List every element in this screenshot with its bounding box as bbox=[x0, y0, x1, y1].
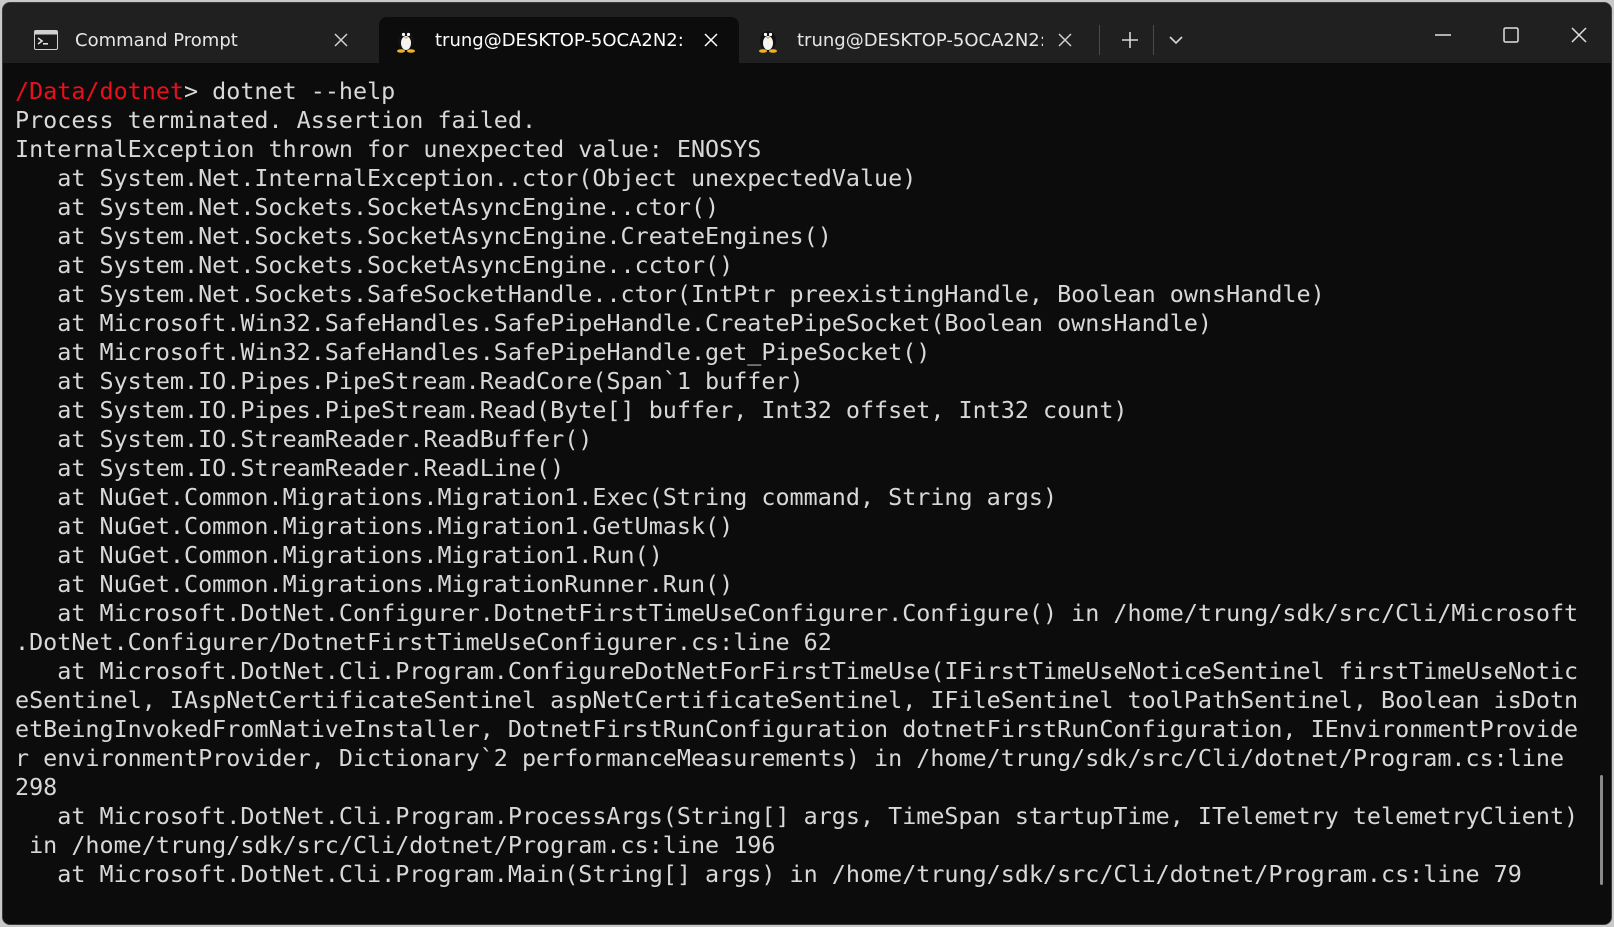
chevron-down-icon bbox=[1169, 36, 1183, 45]
close-icon bbox=[1571, 27, 1587, 43]
output-line: at Microsoft.DotNet.Cli.Program.Configur… bbox=[15, 657, 1579, 685]
maximize-icon bbox=[1503, 27, 1519, 43]
prompt-path: /Data/dotnet bbox=[15, 77, 184, 105]
prompt-symbol: > bbox=[184, 77, 199, 105]
output-line: at System.IO.Pipes.PipeStream.Read(Byte[… bbox=[15, 396, 1128, 424]
output-line: in /home/trung/sdk/src/Cli/dotnet/Progra… bbox=[15, 831, 776, 859]
output-line: at System.Net.InternalException..ctor(Ob… bbox=[15, 164, 917, 192]
linux-penguin-icon bbox=[393, 27, 419, 53]
output-line: at System.Net.Sockets.SocketAsyncEngine.… bbox=[15, 222, 832, 250]
output-line: InternalException thrown for unexpected … bbox=[15, 135, 762, 163]
title-bar: Command Prompt trung@DESKTOP-5OCA2N2: ~ bbox=[3, 3, 1611, 63]
output-line: at Microsoft.DotNet.Cli.Program.ProcessA… bbox=[15, 802, 1579, 830]
tab-command-prompt[interactable]: Command Prompt bbox=[9, 17, 369, 63]
close-icon[interactable] bbox=[697, 26, 725, 54]
tab-ubuntu[interactable]: trung@DESKTOP-5OCA2N2: ~ bbox=[741, 17, 1093, 63]
minimize-button[interactable] bbox=[1411, 15, 1475, 55]
plus-icon bbox=[1122, 32, 1138, 48]
output-line: at NuGet.Common.Migrations.Migration1.Ex… bbox=[15, 483, 1058, 511]
maximize-button[interactable] bbox=[1479, 15, 1543, 55]
output-line: at Microsoft.Win32.SafeHandles.SafePipeH… bbox=[15, 309, 1212, 337]
linux-penguin-icon bbox=[755, 27, 781, 53]
terminal-output[interactable]: /Data/dotnet> dotnet --help Process term… bbox=[3, 63, 1611, 924]
command-prompt-icon bbox=[33, 27, 59, 53]
minimize-icon bbox=[1435, 34, 1451, 36]
close-window-button[interactable] bbox=[1547, 15, 1611, 55]
output-line: at NuGet.Common.Migrations.Migration1.Ge… bbox=[15, 512, 734, 540]
output-line: eSentinel, IAspNetCertificateSentinel as… bbox=[15, 686, 1579, 714]
tab-title: Command Prompt bbox=[75, 29, 238, 51]
scrollbar-thumb[interactable] bbox=[1600, 775, 1603, 885]
output-block: Process terminated. Assertion failed. Int… bbox=[15, 106, 1611, 889]
tab-separator bbox=[1153, 25, 1154, 55]
output-line: at System.Net.Sockets.SafeSocketHandle..… bbox=[15, 280, 1325, 308]
close-icon[interactable] bbox=[327, 26, 355, 54]
output-line: at Microsoft.DotNet.Configurer.DotnetFir… bbox=[15, 599, 1579, 627]
output-line: r environmentProvider, Dictionary`2 perf… bbox=[15, 744, 1565, 772]
terminal-window: Command Prompt trung@DESKTOP-5OCA2N2: ~ bbox=[2, 2, 1612, 925]
output-line: at System.Net.Sockets.SocketAsyncEngine.… bbox=[15, 251, 734, 279]
close-icon[interactable] bbox=[1051, 26, 1079, 54]
command-text: dotnet --help bbox=[198, 77, 396, 105]
prompt-line: /Data/dotnet> dotnet --help bbox=[15, 77, 1611, 106]
output-line: etBeingInvokedFromNativeInstaller, Dotne… bbox=[15, 715, 1579, 743]
output-line: .DotNet.Configurer/DotnetFirstTimeUseCon… bbox=[15, 628, 832, 656]
tab-title: trung@DESKTOP-5OCA2N2: ~ bbox=[435, 29, 689, 51]
output-line: at System.IO.Pipes.PipeStream.ReadCore(S… bbox=[15, 367, 804, 395]
tab-title: trung@DESKTOP-5OCA2N2: ~ bbox=[797, 29, 1043, 51]
output-line: at NuGet.Common.Migrations.MigrationRunn… bbox=[15, 570, 734, 598]
output-line: at System.IO.StreamReader.ReadLine() bbox=[15, 454, 565, 482]
output-line: at NuGet.Common.Migrations.Migration1.Ru… bbox=[15, 541, 663, 569]
output-line: 298 bbox=[15, 773, 58, 801]
output-line: Process terminated. Assertion failed. bbox=[15, 106, 537, 134]
tab-dropdown-button[interactable] bbox=[1159, 25, 1193, 55]
tab-separator bbox=[1099, 25, 1100, 55]
output-line: at System.IO.StreamReader.ReadBuffer() bbox=[15, 425, 593, 453]
new-tab-button[interactable] bbox=[1113, 25, 1147, 55]
output-line: at Microsoft.DotNet.Cli.Program.Main(Str… bbox=[15, 860, 1522, 888]
tab-ubuntu-active[interactable]: trung@DESKTOP-5OCA2N2: ~ bbox=[379, 17, 739, 63]
output-line: at System.Net.Sockets.SocketAsyncEngine.… bbox=[15, 193, 720, 221]
output-line: at Microsoft.Win32.SafeHandles.SafePipeH… bbox=[15, 338, 931, 366]
